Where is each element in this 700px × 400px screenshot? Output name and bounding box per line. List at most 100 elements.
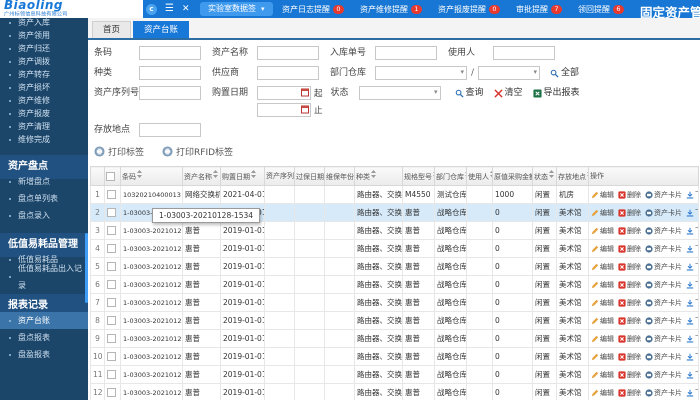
- action-edit-button[interactable]: 编辑: [591, 262, 614, 272]
- action-down-button[interactable]: 下载: [686, 298, 698, 308]
- inbound-no-input[interactable]: [375, 46, 437, 60]
- col-header-user[interactable]: 使用人: [466, 166, 493, 186]
- action-down-button[interactable]: 下载: [686, 190, 698, 200]
- barcode-input[interactable]: [139, 46, 201, 60]
- col-header-date[interactable]: 购置日期: [220, 166, 265, 186]
- sidebar-item[interactable]: 盘盈报表: [0, 346, 88, 363]
- action-edit-button[interactable]: 编辑: [591, 298, 614, 308]
- action-edit-button[interactable]: 编辑: [591, 334, 614, 344]
- tab-home[interactable]: 首页: [92, 21, 132, 38]
- action-down-button[interactable]: 下载: [686, 334, 698, 344]
- date-to-input[interactable]: [257, 103, 311, 117]
- user-input[interactable]: [493, 46, 555, 60]
- action-card-button[interactable]: 资产卡片: [645, 190, 682, 200]
- action-edit-button[interactable]: 编辑: [591, 226, 614, 236]
- action-edit-button[interactable]: 编辑: [591, 316, 614, 326]
- action-card-button[interactable]: 资产卡片: [645, 262, 682, 272]
- sidebar-item[interactable]: 资产归还: [0, 42, 88, 55]
- col-header-name[interactable]: 资产名称: [182, 166, 221, 186]
- action-down-button[interactable]: 下载: [686, 316, 698, 326]
- query-button[interactable]: 查询: [455, 86, 484, 100]
- sidebar-item[interactable]: 盘点单列表: [0, 190, 88, 207]
- action-down-button[interactable]: 下载: [686, 280, 698, 290]
- action-card-button[interactable]: 资产卡片: [645, 352, 682, 362]
- action-del-button[interactable]: 删除: [618, 316, 641, 326]
- select-all-checkbox[interactable]: [106, 171, 115, 181]
- row-checkbox[interactable]: [107, 262, 116, 272]
- asset-name-input[interactable]: [257, 46, 319, 60]
- sidebar-item[interactable]: 资产报废: [0, 107, 88, 120]
- row-checkbox[interactable]: [107, 334, 116, 344]
- action-del-button[interactable]: 删除: [618, 352, 641, 362]
- col-header-warranty_end[interactable]: 过保日期: [294, 166, 325, 186]
- sidebar-item[interactable]: 资产转存: [0, 68, 88, 81]
- col-header-warehouse[interactable]: 部门仓库: [434, 166, 467, 186]
- col-header-warranty_years[interactable]: 维保年份: [324, 166, 355, 186]
- tab-asset-ledger[interactable]: 资产台账: [133, 21, 190, 38]
- supplier-input[interactable]: [257, 66, 319, 80]
- print-label-button[interactable]: 打印标签: [94, 145, 144, 158]
- action-down-button[interactable]: 下载: [686, 370, 698, 380]
- row-checkbox[interactable]: [107, 226, 116, 236]
- action-del-button[interactable]: 删除: [618, 370, 641, 380]
- action-del-button[interactable]: 删除: [618, 244, 641, 254]
- row-checkbox[interactable]: [107, 298, 116, 308]
- row-checkbox[interactable]: [107, 190, 116, 200]
- action-card-button[interactable]: 资产卡片: [645, 316, 682, 326]
- action-edit-button[interactable]: 编辑: [591, 370, 614, 380]
- action-edit-button[interactable]: 编辑: [591, 280, 614, 290]
- clear-button[interactable]: 清空: [493, 86, 523, 100]
- status-select[interactable]: ▾: [358, 86, 441, 100]
- row-checkbox[interactable]: [107, 208, 116, 218]
- warehouse-select[interactable]: ▾: [478, 66, 541, 80]
- col-header-amount[interactable]: 原值采购金额: [492, 166, 533, 186]
- col-header-status[interactable]: 状态: [532, 166, 557, 186]
- sidebar-item[interactable]: 盘点报表: [0, 329, 88, 346]
- action-down-button[interactable]: 下载: [686, 208, 698, 218]
- category-input[interactable]: [139, 66, 201, 80]
- action-edit-button[interactable]: 编辑: [591, 190, 614, 200]
- all-button[interactable]: 全部: [550, 66, 579, 80]
- col-header-location[interactable]: 存放地点: [556, 166, 589, 186]
- print-rfid-button[interactable]: 打印RFID标签: [162, 145, 233, 158]
- sidebar-item[interactable]: 资产领用: [0, 29, 88, 42]
- header-reminder-tab[interactable]: 领回提醒 6: [578, 4, 624, 15]
- sidebar-item[interactable]: 盘点录入: [0, 207, 88, 224]
- module-dropdown[interactable]: 实验室数据签 ▾: [200, 2, 273, 16]
- row-checkbox[interactable]: [107, 244, 116, 254]
- col-header-category[interactable]: 种类: [354, 166, 403, 186]
- action-card-button[interactable]: 资产卡片: [645, 334, 682, 344]
- location-input[interactable]: [139, 123, 201, 137]
- circle-badge-icon[interactable]: c: [146, 3, 157, 15]
- action-down-button[interactable]: 下载: [686, 244, 698, 254]
- action-card-button[interactable]: 资产卡片: [645, 280, 682, 290]
- row-checkbox[interactable]: [107, 316, 116, 326]
- sidebar-item[interactable]: 低值易耗品出入记录: [0, 264, 88, 290]
- hamburger-menu-icon[interactable]: ☰: [165, 0, 174, 18]
- header-reminder-tab[interactable]: 审批提醒 7: [516, 4, 562, 15]
- action-edit-button[interactable]: 编辑: [591, 244, 614, 254]
- sidebar-item[interactable]: 资产清理: [0, 120, 88, 133]
- export-button[interactable]: 导出报表: [532, 86, 580, 100]
- action-down-button[interactable]: 下载: [686, 262, 698, 272]
- serial-input[interactable]: [139, 86, 201, 100]
- row-checkbox[interactable]: [107, 280, 116, 290]
- close-icon[interactable]: ✕: [182, 0, 190, 18]
- row-checkbox[interactable]: [107, 370, 116, 380]
- sidebar-item[interactable]: 维修完成: [0, 133, 88, 146]
- sidebar-item[interactable]: 资产调拨: [0, 55, 88, 68]
- action-card-button[interactable]: 资产卡片: [645, 298, 682, 308]
- action-down-button[interactable]: 下载: [686, 388, 698, 398]
- action-del-button[interactable]: 删除: [618, 298, 641, 308]
- action-card-button[interactable]: 资产卡片: [645, 208, 682, 218]
- sidebar-item[interactable]: 资产损坏: [0, 81, 88, 94]
- row-checkbox[interactable]: [107, 388, 116, 398]
- header-reminder-tab[interactable]: 资产维修提醒 1: [360, 4, 422, 15]
- dept-select[interactable]: ▾: [375, 66, 467, 80]
- action-edit-button[interactable]: 编辑: [591, 352, 614, 362]
- sidebar-item[interactable]: 资产入库: [0, 18, 88, 29]
- header-reminder-tab[interactable]: 资产日志提醒 0: [282, 4, 344, 15]
- action-del-button[interactable]: 删除: [618, 190, 641, 200]
- action-del-button[interactable]: 删除: [618, 226, 641, 236]
- col-header-model[interactable]: 规格型号: [402, 166, 435, 186]
